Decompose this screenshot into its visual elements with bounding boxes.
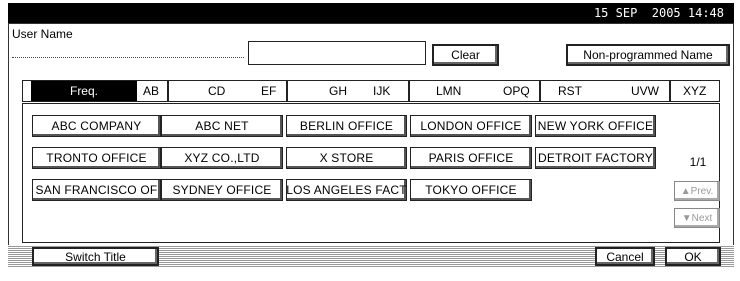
entry-button[interactable]: ABC NET — [161, 115, 283, 137]
entry-button[interactable]: SYDNEY OFFICE — [161, 179, 283, 201]
tab-divider — [286, 81, 288, 101]
user-name-label: User Name — [12, 27, 73, 41]
page-indicator: 1/1 — [689, 155, 707, 169]
entry-button[interactable]: XYZ CO.,LTD — [161, 147, 283, 169]
entry-button[interactable]: LOS ANGELES FACT — [286, 179, 407, 201]
entry-button[interactable]: ABC COMPANY — [32, 115, 161, 137]
tab-freq[interactable]: Freq. — [31, 81, 137, 101]
tab-xyz[interactable]: XYZ — [683, 81, 713, 101]
tab-ab-label[interactable]: AB — [143, 81, 163, 101]
tab-uvw-label[interactable]: UVW — [631, 81, 661, 101]
tab-cd[interactable]: CD — [208, 81, 248, 101]
status-bar: 15 SEP 2005 14:48 — [8, 3, 734, 23]
user-name-field[interactable] — [248, 41, 426, 65]
tab-divider — [408, 81, 410, 101]
tab-ef-label[interactable]: EF — [261, 81, 281, 101]
dotted-leader — [12, 57, 244, 58]
switch-title-button[interactable]: Switch Title — [32, 247, 159, 266]
clear-button[interactable]: Clear — [432, 44, 499, 66]
tab-divider — [669, 81, 671, 101]
non-programmed-name-button[interactable]: Non-programmed Name — [566, 44, 730, 66]
entry-button[interactable]: NEW YORK OFFICE — [535, 115, 656, 137]
tab-rst[interactable]: RST — [558, 81, 588, 101]
date-time: 15 SEP 2005 14:48 — [593, 6, 724, 20]
tab-ijk-label[interactable]: IJK — [373, 81, 403, 101]
entry-button[interactable]: TOKYO OFFICE — [410, 179, 532, 201]
tab-divider — [539, 81, 541, 101]
entry-button[interactable]: TRONTO OFFICE — [32, 147, 161, 169]
entry-button[interactable]: PARIS OFFICE — [410, 147, 532, 169]
entry-button[interactable]: SAN FRANCISCO OF — [32, 179, 161, 201]
next-button[interactable]: ▼Next — [674, 208, 720, 228]
tab-opq-label[interactable]: OPQ — [503, 81, 533, 101]
index-tab-bar: Freq. AB CD EF GH IJK LMN OPQ RST UVW XY… — [22, 80, 720, 102]
tab-gh[interactable]: GH — [329, 81, 359, 101]
tab-lmn[interactable]: LMN — [436, 81, 466, 101]
tab-divider — [167, 81, 169, 101]
entry-button[interactable]: DETROIT FACTORY — [535, 147, 656, 169]
cancel-button[interactable]: Cancel — [595, 247, 655, 266]
entry-button[interactable]: LONDON OFFICE — [410, 115, 532, 137]
ok-button[interactable]: OK — [665, 247, 721, 266]
prev-button[interactable]: ▲Prev. — [674, 181, 720, 201]
entry-button[interactable]: X STORE — [286, 147, 407, 169]
entry-button[interactable]: BERLIN OFFICE — [286, 115, 407, 137]
